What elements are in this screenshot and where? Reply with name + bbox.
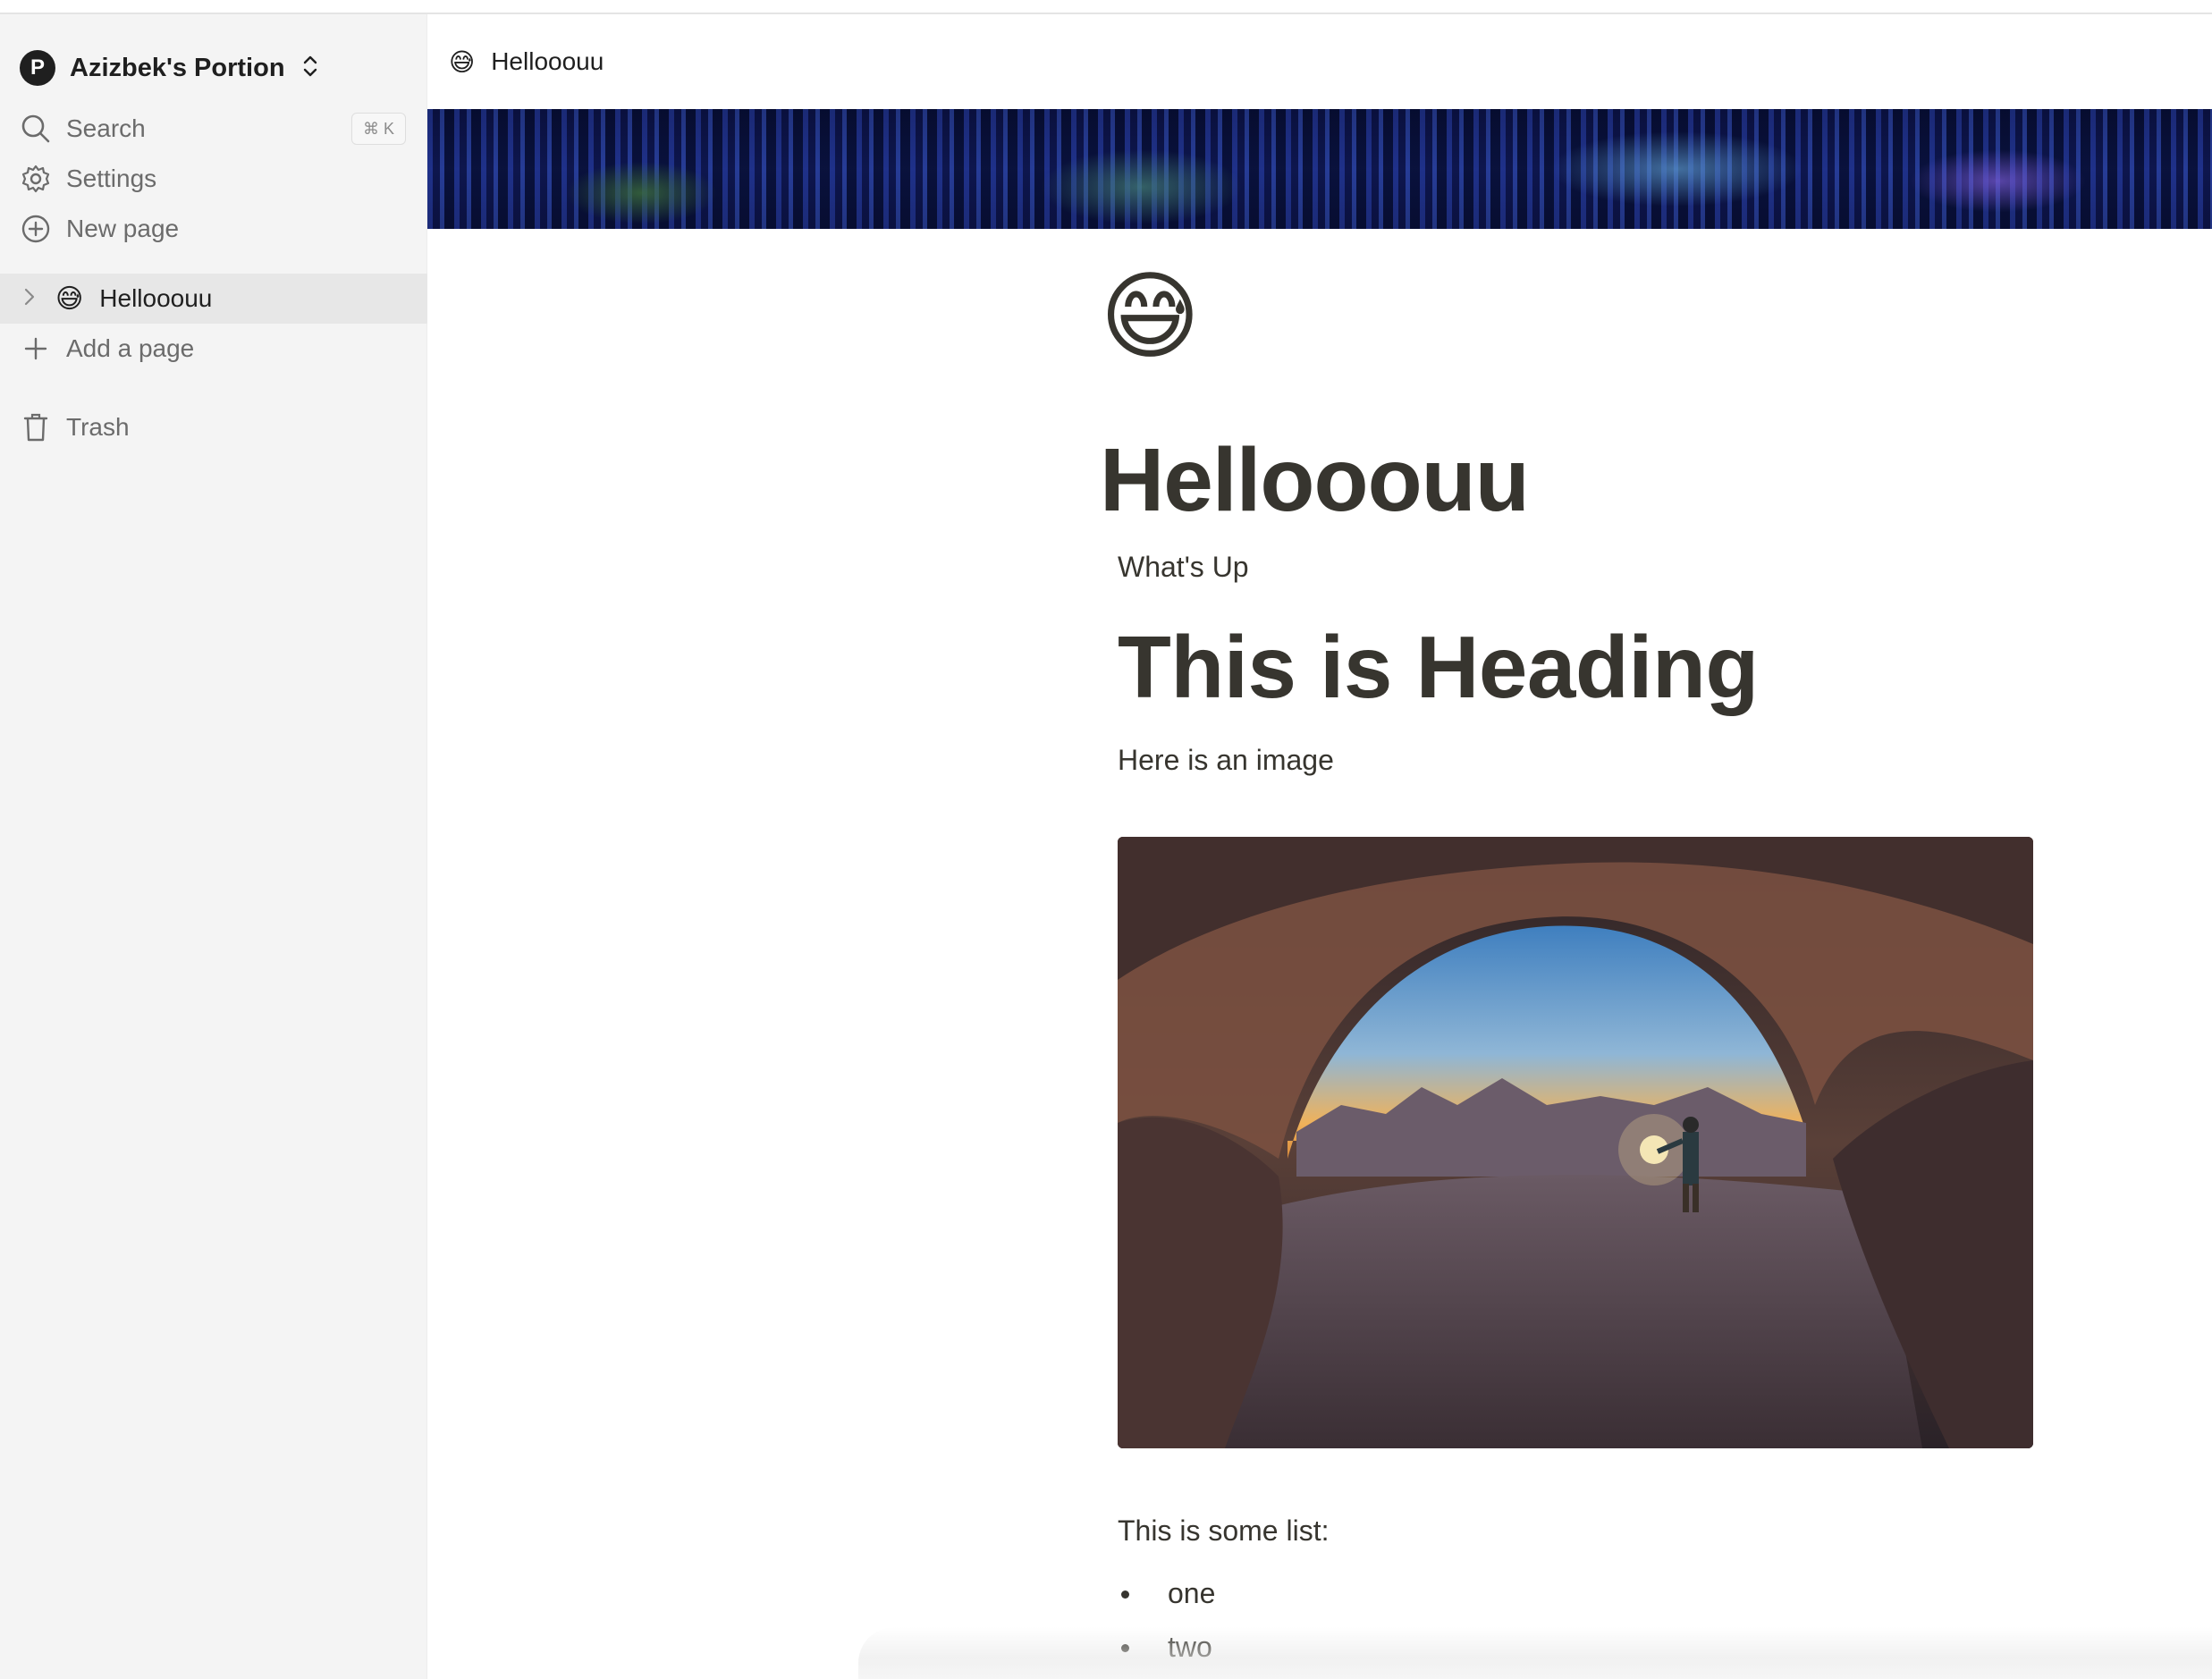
page-emoji-icon: 😅 bbox=[55, 283, 84, 314]
trash-icon bbox=[20, 411, 52, 443]
page-emoji-icon-large[interactable]: 😅 bbox=[1100, 268, 1201, 365]
heading-block[interactable]: This is Heading bbox=[1118, 617, 1759, 718]
workspace-name: Azizbek's Portion bbox=[70, 53, 285, 82]
workspace-logo-icon: P bbox=[20, 50, 55, 86]
cover-image[interactable] bbox=[427, 109, 2212, 229]
sidebar-trash[interactable]: Trash bbox=[0, 402, 427, 452]
tab-title: Hellooouu bbox=[491, 47, 604, 75]
settings-label: Settings bbox=[66, 165, 157, 192]
chevron-up-down-icon bbox=[301, 54, 319, 82]
page-tab[interactable]: 😅 Hellooouu bbox=[427, 14, 2212, 109]
search-shortcut-badge: ⌘ K bbox=[350, 113, 406, 145]
list-intro-text[interactable]: This is some list: bbox=[1118, 1514, 1329, 1548]
trash-label: Trash bbox=[66, 413, 130, 441]
new-page-label: New page bbox=[66, 215, 180, 242]
sidebar: P Azizbek's Portion Search ⌘ K Settings … bbox=[0, 14, 427, 1679]
workspace-switcher[interactable]: P Azizbek's Portion bbox=[20, 39, 319, 97]
image-block[interactable] bbox=[1118, 837, 2033, 1448]
page-title[interactable]: Hellooouu bbox=[1100, 429, 1530, 532]
sidebar-page-item[interactable]: 😅 Hellooouu bbox=[0, 274, 427, 324]
search-label: Search bbox=[66, 114, 146, 142]
plus-icon bbox=[20, 333, 52, 365]
subtitle-text[interactable]: What's Up bbox=[1118, 551, 1249, 584]
window-top-edge bbox=[0, 0, 2212, 14]
plus-circle-icon bbox=[20, 213, 52, 245]
chevron-right-icon[interactable] bbox=[23, 285, 41, 313]
bottom-overlay bbox=[858, 1627, 2212, 1679]
desert-arch-photo bbox=[1118, 837, 2033, 1448]
list-item[interactable]: one bbox=[1118, 1566, 1215, 1620]
search-icon bbox=[20, 113, 52, 145]
sidebar-settings[interactable]: Settings bbox=[0, 154, 427, 204]
sidebar-add-page[interactable]: Add a page bbox=[0, 324, 427, 374]
sidebar-new-page[interactable]: New page bbox=[0, 204, 427, 254]
add-page-label: Add a page bbox=[66, 334, 195, 362]
page-title-label: Hellooouu bbox=[99, 284, 213, 312]
gear-icon bbox=[20, 163, 52, 195]
tab-emoji-icon: 😅 bbox=[449, 47, 476, 76]
paragraph-block[interactable]: Here is an image bbox=[1118, 744, 1334, 777]
sidebar-search[interactable]: Search ⌘ K bbox=[0, 104, 427, 154]
